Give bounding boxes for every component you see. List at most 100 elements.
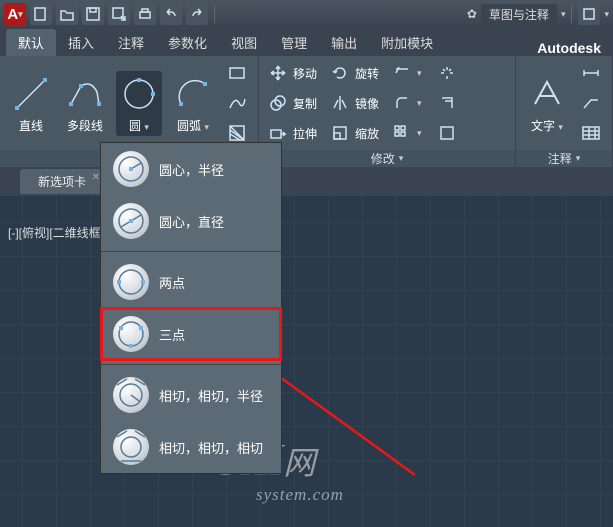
move-icon	[267, 62, 289, 84]
view-controls-label[interactable]: [-][俯视][二维线框	[8, 224, 101, 241]
circle-3p-icon	[113, 316, 149, 352]
close-icon[interactable]: ✕	[92, 172, 100, 183]
mirror-button[interactable]: 镜像	[329, 90, 379, 116]
workspace-label: 草图与注释	[489, 6, 549, 23]
move-button[interactable]: 移动	[267, 60, 317, 86]
chevron-down-icon: ▾	[204, 122, 209, 132]
offset-icon[interactable]	[434, 90, 460, 116]
doc-tab-label: 新选项卡	[38, 175, 86, 189]
circle-label: 圆	[129, 119, 141, 133]
tab-addins[interactable]: 附加模块	[369, 29, 445, 56]
line-label: 直线	[19, 117, 43, 134]
chevron-down-icon[interactable]: ▾	[561, 9, 566, 20]
menu-three-point[interactable]: 三点	[101, 308, 281, 360]
chevron-down-icon: ▾	[144, 122, 149, 132]
circle-button[interactable]: 圆 ▾	[116, 71, 162, 136]
menu-label: 圆心，直径	[159, 212, 224, 231]
tab-view[interactable]: 视图	[219, 29, 269, 56]
stretch-label: 拉伸	[293, 125, 317, 142]
tab-parametric[interactable]: 参数化	[156, 29, 219, 56]
scale-button[interactable]: 缩放	[329, 120, 379, 146]
tab-manage[interactable]: 管理	[269, 29, 319, 56]
menu-ttt[interactable]: 相切，相切，相切	[101, 421, 281, 473]
array-icon	[391, 122, 413, 144]
explode-icon[interactable]	[434, 60, 460, 86]
circle-ttt-icon	[113, 429, 149, 465]
titlebar: A▾ ✿ 草图与注释 ▾ ▾	[0, 0, 613, 28]
dim-linear-icon[interactable]	[578, 60, 604, 86]
brand-label: Autodesk	[537, 40, 607, 56]
fillet-icon	[391, 92, 413, 114]
stretch-icon	[267, 122, 289, 144]
panel-title-modify[interactable]: 修改 ▾	[259, 150, 515, 167]
workspace-switcher[interactable]: ✿ 草图与注释 ▾ ▾	[467, 3, 609, 25]
menu-separator	[101, 364, 281, 365]
tab-default[interactable]: 默认	[6, 29, 56, 56]
menu-center-radius[interactable]: 圆心，半径	[101, 143, 281, 195]
mirror-label: 镜像	[355, 95, 379, 112]
tab-annotate[interactable]: 注释	[106, 29, 156, 56]
polyline-icon	[64, 73, 106, 115]
trim-icon	[391, 62, 413, 84]
menu-label: 相切，相切，相切	[159, 438, 263, 457]
drawing-canvas[interactable]: [-][俯视][二维线框 GXI网 system.com	[0, 196, 613, 527]
print-icon[interactable]	[134, 3, 156, 25]
new-icon[interactable]	[30, 3, 52, 25]
grid	[0, 196, 613, 527]
rectangle-icon[interactable]	[224, 60, 250, 86]
fillet-button[interactable]: ▾	[391, 90, 422, 116]
ribbon: 直线 多段线 圆 ▾ 圆弧 ▾ 绘图 ▾	[0, 56, 613, 166]
circle-dropdown: 圆心，半径 圆心，直径 两点 三点 相切，相切，半径 相切，相切，相切	[100, 142, 282, 474]
array-button[interactable]: ▾	[391, 120, 422, 146]
menu-two-point[interactable]: 两点	[101, 256, 281, 308]
move-label: 移动	[293, 65, 317, 82]
scale-label: 缩放	[355, 125, 379, 142]
ribbon-tabs: 默认 插入 注释 参数化 视图 管理 输出 附加模块 Autodesk	[0, 28, 613, 56]
save-icon[interactable]	[82, 3, 104, 25]
panel-title-annotate[interactable]: 注释 ▾	[516, 150, 612, 167]
scale-icon	[329, 122, 351, 144]
undo-icon[interactable]	[160, 3, 182, 25]
menu-center-diameter[interactable]: 圆心，直径	[101, 195, 281, 247]
mirror-icon	[329, 92, 351, 114]
rotate-button[interactable]: 旋转	[329, 60, 379, 86]
spline-icon[interactable]	[224, 90, 250, 116]
table-icon[interactable]	[578, 120, 604, 146]
open-icon[interactable]	[56, 3, 78, 25]
polyline-label: 多段线	[67, 117, 103, 134]
trim-button[interactable]: ▾	[391, 60, 422, 86]
tab-output[interactable]: 输出	[319, 29, 369, 56]
polyline-button[interactable]: 多段线	[62, 73, 108, 134]
copy-button[interactable]: 复制	[267, 90, 317, 116]
circle-2p-icon	[113, 264, 149, 300]
rotate-label: 旋转	[355, 65, 379, 82]
line-button[interactable]: 直线	[8, 73, 54, 134]
redo-icon[interactable]	[186, 3, 208, 25]
menu-label: 两点	[159, 273, 185, 292]
copy-icon	[267, 92, 289, 114]
menu-separator	[101, 251, 281, 252]
circle-ttr-icon	[113, 377, 149, 413]
gear-icon: ✿	[467, 7, 477, 21]
circle-center-diameter-icon	[113, 203, 149, 239]
doc-tab[interactable]: 新选项卡 ✕	[20, 169, 104, 194]
text-label: 文字	[531, 119, 555, 133]
menu-ttr[interactable]: 相切，相切，半径	[101, 369, 281, 421]
tab-insert[interactable]: 插入	[56, 29, 106, 56]
rotate-icon	[329, 62, 351, 84]
arc-icon	[172, 73, 214, 115]
erase-icon[interactable]	[434, 120, 460, 146]
document-tabs: 新选项卡 ✕ ＋	[0, 166, 613, 196]
save-arrow-icon[interactable]	[108, 3, 130, 25]
text-button[interactable]: 文字 ▾	[524, 73, 570, 134]
copy-label: 复制	[293, 95, 317, 112]
line-icon	[10, 73, 52, 115]
circle-center-radius-icon	[113, 151, 149, 187]
app-icon[interactable]: A▾	[4, 3, 26, 25]
arc-button[interactable]: 圆弧 ▾	[170, 73, 216, 134]
menu-label: 圆心，半径	[159, 160, 224, 179]
share-icon[interactable]	[578, 3, 600, 25]
chevron-down-icon[interactable]: ▾	[604, 9, 609, 20]
leader-icon[interactable]	[578, 90, 604, 116]
menu-label: 三点	[159, 325, 185, 344]
